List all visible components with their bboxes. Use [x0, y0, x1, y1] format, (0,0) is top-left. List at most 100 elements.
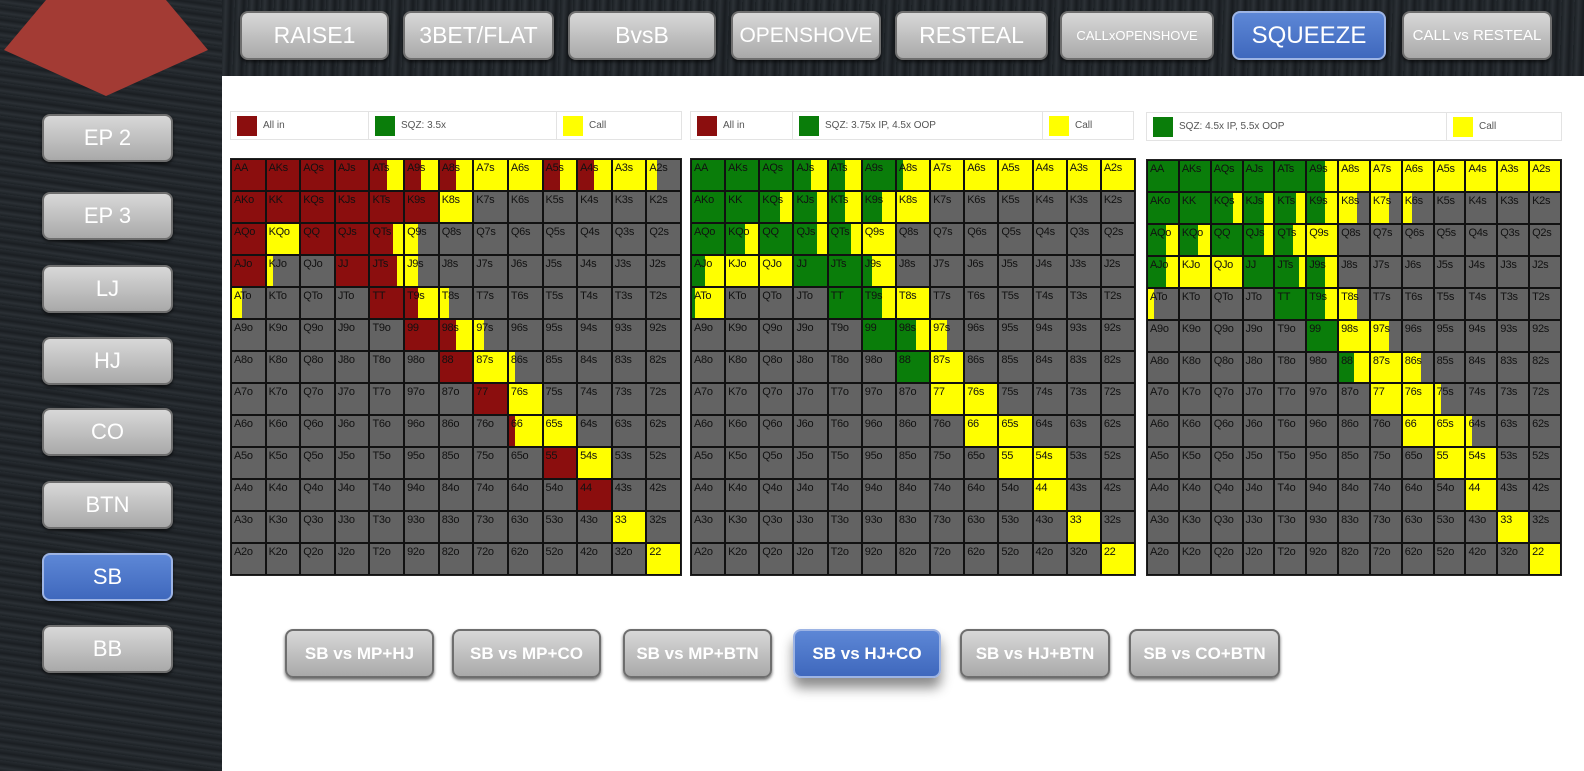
hand-cell: QTs	[827, 223, 862, 255]
tab-callxopenshove[interactable]: CALLxOPENSHOVE	[1060, 11, 1214, 60]
hand-cell: JTo	[1242, 287, 1275, 320]
hand-label: AJo	[694, 258, 713, 270]
hand-cell: Q7s	[1369, 223, 1402, 256]
hand-label: QJo	[762, 258, 782, 270]
hand-label: KJs	[1245, 194, 1264, 207]
legend-swatch	[563, 115, 583, 136]
hand-cell: 75o	[930, 447, 965, 479]
tab-raise1[interactable]: RAISE1	[240, 11, 389, 60]
hand-cell: 53s	[1066, 447, 1101, 479]
position-lj-button[interactable]: LJ	[42, 265, 173, 313]
hand-cell: T9o	[827, 319, 862, 351]
tab-bvsb[interactable]: BvsB	[568, 11, 716, 60]
hand-label: A4s	[1035, 162, 1054, 174]
hand-label: KJo	[268, 258, 287, 270]
hand-cell: T5s	[542, 287, 578, 319]
scenario-sb-vs-co-btn-button[interactable]: SB vs CO+BTN	[1129, 629, 1280, 678]
hand-cell: 64s	[1465, 415, 1498, 448]
hand-label: J6s	[967, 258, 984, 270]
hand-label: K7o	[728, 386, 747, 398]
hand-cell: K8o	[725, 351, 760, 383]
hand-label: J6o	[1245, 418, 1263, 431]
hand-cell: T6s	[507, 287, 543, 319]
legend-item: Call	[1447, 113, 1561, 140]
legend-label: Call	[1075, 120, 1093, 131]
hand-cell: 75o	[1369, 447, 1402, 480]
hand-cell: 86o	[895, 415, 931, 447]
hand-label: 72s	[649, 386, 667, 398]
hand-cell: 43o	[1465, 511, 1498, 544]
hand-cell: Q8o	[1210, 351, 1243, 384]
hand-cell: Q3o	[759, 511, 794, 543]
hand-label: 74o	[1372, 482, 1391, 495]
hand-cell: 87s	[1369, 351, 1402, 384]
hand-label: J4o	[1245, 482, 1263, 495]
position-sb-button[interactable]: SB	[42, 553, 173, 601]
hand-label: A2o	[694, 546, 713, 558]
hand-cell: T5s	[998, 287, 1033, 319]
hand-cell: 98s	[895, 319, 931, 351]
scenario-sb-vs-mp-hj-button[interactable]: SB vs MP+HJ	[285, 629, 434, 678]
hand-cell: T8o	[827, 351, 862, 383]
hand-cell: 76s	[1401, 383, 1434, 416]
position-bb-button[interactable]: BB	[42, 625, 173, 673]
hand-cell: T7s	[473, 287, 508, 319]
hand-cell: 73s	[1066, 383, 1101, 415]
scenario-sb-vs-mp-co-button[interactable]: SB vs MP+CO	[452, 629, 601, 678]
hand-label: 94s	[1468, 322, 1486, 335]
hand-label: Q6o	[762, 418, 783, 430]
hand-label: 73o	[476, 514, 494, 526]
hand-cell: Q2o	[1210, 543, 1243, 575]
hand-label: 42o	[1468, 546, 1486, 559]
hand-cell: JTo	[334, 287, 370, 319]
position-ep3-button[interactable]: EP 3	[42, 192, 173, 240]
hand-label: 87s	[1372, 354, 1390, 367]
hand-cell: 72s	[646, 383, 681, 415]
position-btn-button[interactable]: BTN	[42, 481, 173, 529]
hand-label: J6s	[1404, 258, 1422, 271]
tab-openshove[interactable]: OPENSHOVE	[731, 11, 881, 60]
hand-label: T7s	[476, 290, 494, 302]
hand-label: 76o	[933, 418, 951, 430]
tab-call-vs-resteal[interactable]: CALL vs RESTEAL	[1402, 11, 1552, 60]
hand-cell: J5s	[542, 255, 578, 287]
hand-cell: JJ	[1242, 255, 1275, 288]
tab-squeeze[interactable]: SQUEEZE	[1232, 11, 1386, 60]
tab-3bet-flat[interactable]: 3BET/FLAT	[403, 11, 554, 60]
hand-label: J3o	[1245, 514, 1263, 527]
hand-label: K9s	[864, 194, 883, 206]
hand-cell: K7s	[930, 191, 965, 223]
position-co-button[interactable]: CO	[42, 408, 173, 456]
hand-cell: J2o	[334, 543, 370, 575]
hand-label: 86s	[967, 354, 985, 366]
hand-label: 55	[545, 450, 558, 462]
hand-cell: A5o	[231, 447, 266, 479]
scenario-sb-vs-hj-btn-button[interactable]: SB vs HJ+BTN	[960, 629, 1110, 678]
scenario-sb-vs-hj-co-button[interactable]: SB vs HJ+CO	[793, 629, 941, 678]
hand-cell: 43s	[611, 479, 647, 511]
tab-resteal[interactable]: RESTEAL	[895, 11, 1048, 60]
hand-cell: 92s	[1100, 319, 1135, 351]
position-ep2-button[interactable]: EP 2	[42, 114, 173, 162]
hand-label: A7s	[1372, 163, 1391, 175]
hand-label: KK	[1181, 194, 1196, 207]
hand-cell: A3o	[1147, 511, 1179, 544]
hand-cell: J9o	[334, 319, 370, 351]
up-arrow-icon[interactable]	[4, 0, 208, 96]
hand-cell: AQo	[231, 223, 266, 255]
hand-cell: K6s	[507, 191, 543, 223]
scenario-sb-vs-mp-btn-button[interactable]: SB vs MP+BTN	[623, 629, 772, 678]
hand-label: A3o	[694, 514, 713, 526]
hand-label: Q6s	[967, 226, 987, 238]
hand-cell: Q9s	[404, 223, 439, 255]
hand-cell: T9s	[861, 287, 896, 319]
hand-label: 53s	[614, 450, 632, 462]
hand-cell: K6o	[725, 415, 760, 447]
hand-label: J3s	[614, 258, 632, 270]
hand-label: T8o	[372, 354, 391, 366]
hand-label: 43o	[1468, 514, 1486, 527]
position-hj-button[interactable]: HJ	[42, 337, 173, 385]
hand-cell: KK	[725, 191, 760, 223]
hand-label: Q5s	[1436, 226, 1457, 239]
hand-label: J9o	[337, 322, 355, 334]
